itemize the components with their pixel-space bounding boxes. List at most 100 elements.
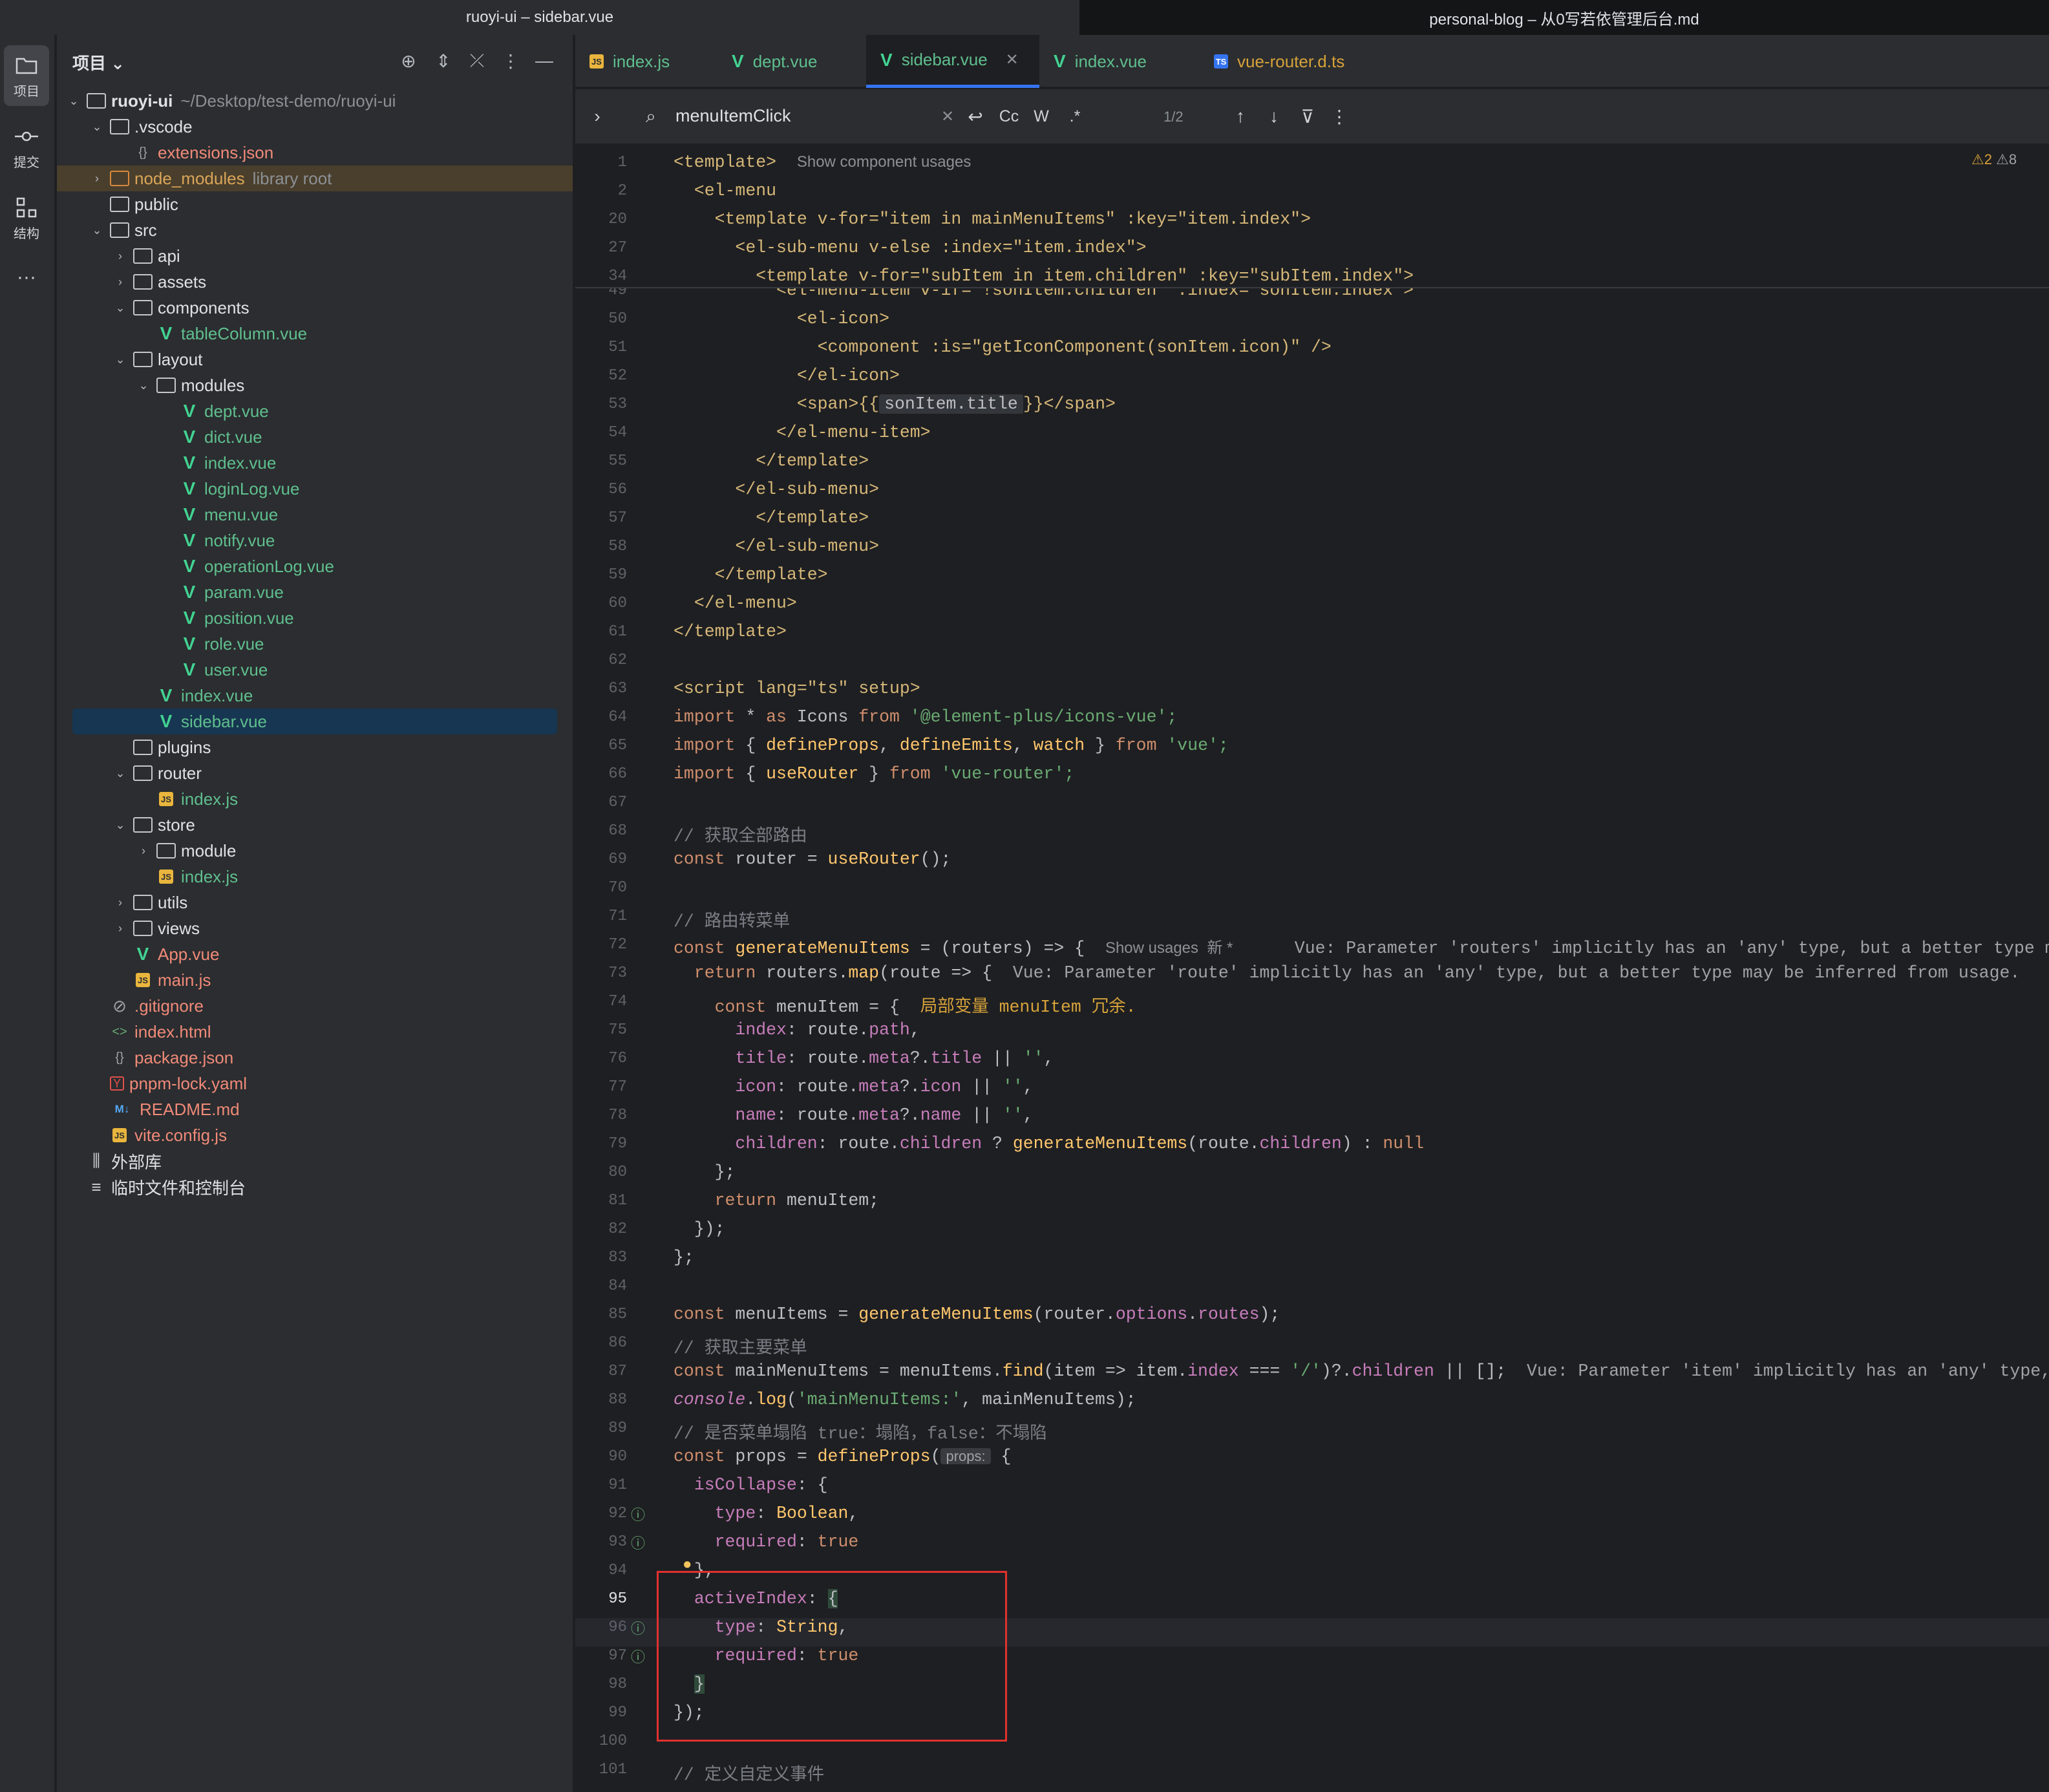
tree-item-index-vue[interactable]: Vindex.vue — [57, 450, 573, 476]
tree-item-operationlog-vue[interactable]: VoperationLog.vue — [57, 553, 573, 579]
project-tool-button[interactable]: 项目 — [4, 45, 49, 106]
tree-item-menu-vue[interactable]: Vmenu.vue — [57, 502, 573, 528]
tree-item-modules[interactable]: ⌄ modules — [57, 372, 573, 398]
match-case-toggle[interactable]: Cc — [993, 101, 1025, 132]
tab-index-vue[interactable]: Vindex.vue — [1039, 35, 1194, 88]
expand-all-icon[interactable]: ⇕ — [432, 49, 455, 72]
tree-item-dict-vue[interactable]: Vdict.vue — [57, 424, 573, 450]
tree-item-sidebar-vue[interactable]: Vsidebar.vue — [72, 709, 557, 734]
chevron-down-icon[interactable]: ⌄ — [112, 352, 128, 367]
previous-match-icon[interactable]: ↑ — [1226, 101, 1255, 132]
tree-item-app-vue[interactable]: V App.vue — [57, 941, 573, 967]
tab-index-js[interactable]: JS index.js — [575, 35, 716, 88]
more-options-icon[interactable]: ⋮ — [1326, 101, 1352, 132]
chevron-right-icon[interactable]: › — [89, 171, 105, 186]
inspection-warning-count[interactable]: ⚠2 ⚠8 — [1971, 151, 2017, 168]
chevron-down-icon[interactable]: ⌄ — [112, 817, 128, 833]
tree-item-api[interactable]: › api — [57, 243, 573, 269]
tree-item-views[interactable]: › views — [57, 915, 573, 941]
implements-gutter-icon[interactable]: ⓘ — [631, 1532, 645, 1553]
code-editor[interactable]: ⚠2 ⚠8 1 <template> Show component usages… — [575, 146, 2049, 1792]
line-number: 71 — [608, 908, 627, 925]
chevron-down-icon[interactable]: ⌄ — [112, 300, 128, 315]
search-input[interactable]: menuItemClick — [675, 106, 791, 126]
tree-item-position-vue[interactable]: Vposition.vue — [57, 605, 573, 631]
tree-item-loginlog-vue[interactable]: VloginLog.vue — [57, 476, 573, 502]
tree-item-module[interactable]: › module — [57, 838, 573, 864]
more-tools-button[interactable]: ··· — [4, 261, 49, 293]
tree-item-dept-vue[interactable]: Vdept.vue — [57, 398, 573, 424]
tree-item-package-json[interactable]: {} package.json — [57, 1045, 573, 1071]
chevron-right-icon[interactable]: › — [136, 843, 151, 859]
tree-item-src[interactable]: ⌄ src — [57, 217, 573, 243]
tree-item-store[interactable]: ⌄ store — [57, 812, 573, 838]
tree-item-param-vue[interactable]: Vparam.vue — [57, 579, 573, 605]
search-icon[interactable]: ⌕ — [635, 101, 667, 132]
tree-item-vscode[interactable]: ⌄ .vscode — [57, 114, 573, 140]
close-tab-icon[interactable]: ✕ — [1006, 50, 1019, 69]
tree-item-public[interactable]: public — [57, 191, 573, 217]
tree-item-plugins[interactable]: plugins — [57, 734, 573, 760]
tree-item-gitignore[interactable]: ⊘ .gitignore — [57, 993, 573, 1019]
chevron-down-icon[interactable]: ⌄ — [89, 119, 105, 134]
project-view-selector[interactable]: 项目 ⌄ — [72, 50, 125, 74]
tree-item-main-js[interactable]: JS main.js — [57, 967, 573, 993]
tab-vue-router-d-ts[interactable]: TS vue-router.d.ts — [1200, 35, 1394, 88]
implements-gutter-icon[interactable]: ⓘ — [631, 1646, 645, 1667]
whole-word-toggle[interactable]: W — [1026, 101, 1056, 132]
chevron-right-icon[interactable]: › — [112, 274, 128, 290]
hide-panel-icon[interactable]: — — [533, 49, 556, 72]
chevron-down-icon[interactable]: ⌄ — [66, 93, 81, 109]
tree-item-ruoyi-ui[interactable]: ⌄ ruoyi-ui ~/Desktop/test-demo/ruoyi-ui — [57, 88, 573, 114]
next-match-icon[interactable]: ↓ — [1259, 101, 1289, 132]
regex-toggle[interactable]: .* — [1060, 101, 1090, 132]
window-title-personal-blog[interactable]: personal-blog – 从0写若依管理后台.md — [1079, 0, 2049, 35]
tree-item-extensions-json[interactable]: {} extensions.json — [57, 140, 573, 165]
implements-gutter-icon[interactable]: ⓘ — [631, 1504, 645, 1524]
tab-dept-vue[interactable]: Vdept.vue — [717, 35, 879, 88]
folder-icon — [133, 248, 153, 264]
chevron-down-icon[interactable]: ⌄ — [112, 765, 128, 781]
line-number: 93 — [608, 1533, 627, 1551]
tree-item-layout-index-vue[interactable]: Vindex.vue — [57, 683, 573, 709]
clear-search-icon[interactable]: ✕ — [935, 101, 961, 132]
implements-gutter-icon[interactable]: ⓘ — [631, 1617, 645, 1638]
tree-item-node-modules[interactable]: › node_modules library root — [57, 165, 573, 191]
tree-item-assets[interactable]: › assets — [57, 269, 573, 295]
tree-item-pnpm-lock-yaml[interactable]: Ypnpm-lock.yaml — [57, 1071, 573, 1096]
js-file-icon: JS — [133, 970, 153, 990]
tree-item-router-index-js[interactable]: JS index.js — [57, 786, 573, 812]
code-line: <template> Show component usages — [674, 153, 971, 172]
tree-item-tablecolumn-vue[interactable]: VtableColumn.vue — [57, 321, 573, 347]
chevron-right-icon[interactable]: › — [584, 101, 610, 132]
tree-item-scratches[interactable]: ≡ 临时文件和控制台 — [57, 1174, 573, 1200]
structure-tool-label: 结构 — [14, 226, 39, 241]
tree-item-layout[interactable]: ⌄ layout — [57, 347, 573, 372]
window-title-ruoyi[interactable]: ruoyi-ui – sidebar.vue — [0, 0, 1079, 35]
chevron-right-icon[interactable]: › — [112, 895, 128, 910]
tree-item-notify-vue[interactable]: Vnotify.vue — [57, 528, 573, 553]
tab-sidebar-vue[interactable]: Vsidebar.vue ✕ — [866, 35, 1039, 88]
chevron-down-icon[interactable]: ⌄ — [89, 222, 105, 238]
collapse-all-icon[interactable]: ⤫ — [465, 49, 489, 72]
options-menu-icon[interactable]: ⋮ — [499, 49, 522, 72]
chevron-right-icon[interactable]: › — [112, 248, 128, 264]
tree-item-router[interactable]: ⌄ router — [57, 760, 573, 786]
tree-item-vite-config-js[interactable]: JS vite.config.js — [57, 1122, 573, 1148]
commit-tool-button[interactable]: 提交 — [4, 116, 49, 177]
tree-item-index-html[interactable]: <> index.html — [57, 1019, 573, 1045]
tree-item-user-vue[interactable]: Vuser.vue — [57, 657, 573, 683]
chevron-down-icon[interactable]: ⌄ — [136, 378, 151, 393]
tree-item-utils[interactable]: › utils — [57, 890, 573, 915]
new-line-icon[interactable]: ↩ — [961, 101, 990, 132]
filter-icon[interactable]: ⊽ — [1293, 101, 1322, 132]
tree-item-role-vue[interactable]: Vrole.vue — [57, 631, 573, 657]
locate-file-icon[interactable]: ⊕ — [397, 49, 420, 72]
tree-item-external-libraries[interactable]: ⫼ 外部库 — [57, 1148, 573, 1174]
structure-tool-button[interactable]: 结构 — [4, 187, 49, 248]
tree-item-components[interactable]: ⌄ components — [57, 295, 573, 321]
vue-file-icon: V — [136, 944, 149, 964]
tree-item-store-index-js[interactable]: JS index.js — [57, 864, 573, 890]
tree-item-readme-md[interactable]: M↓ README.md — [57, 1096, 573, 1122]
chevron-right-icon[interactable]: › — [112, 921, 128, 936]
